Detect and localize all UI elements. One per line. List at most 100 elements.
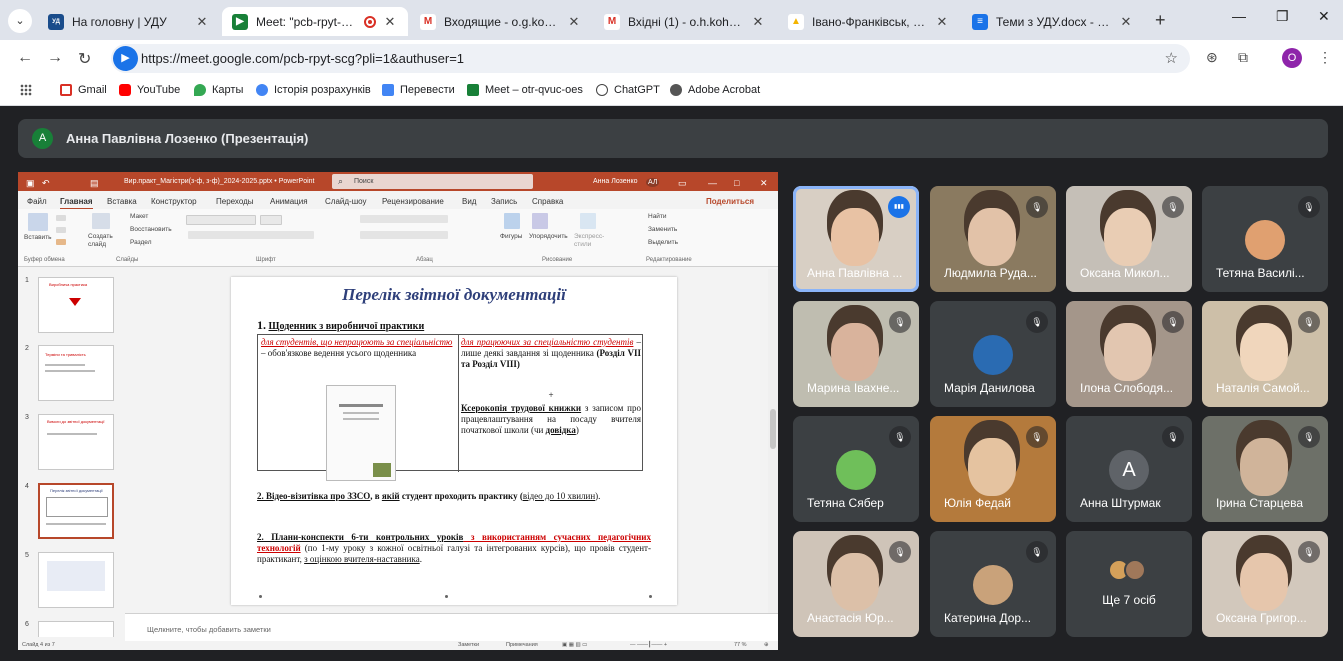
participant-tile[interactable]: 🎙 Марина Івахне... <box>793 301 919 407</box>
participant-name: Ілона Слободя... <box>1080 381 1174 395</box>
item2-bold: 2. Відео-візитівка про ЗЗСО <box>257 491 371 501</box>
bookmark-gmail[interactable]: Gmail <box>60 84 107 96</box>
mic-off-icon: 🎙 <box>1298 541 1320 563</box>
bookmark-maps[interactable]: Карты <box>194 84 243 96</box>
ppt-scroll-thumb <box>770 409 776 449</box>
mic-off-icon: 🎙 <box>1298 426 1320 448</box>
slide-title: Перелік звітної документації <box>342 285 566 304</box>
participant-tile[interactable]: 🎙 Анастасія Юр... <box>793 531 919 637</box>
minimize-button[interactable]: — <box>1232 8 1246 24</box>
arrange-label: Упорядочить <box>529 233 568 240</box>
mic-off-icon: 🎙 <box>1026 541 1048 563</box>
recording-indicator-icon <box>364 15 376 28</box>
ppt-menu-review: Рецензирование <box>382 197 444 206</box>
participant-name: Юлія Федай <box>944 496 1011 510</box>
participant-name: Анна Павлівна ... <box>807 266 903 280</box>
participant-tile[interactable]: 🎙 Тетяна Сябер <box>793 416 919 522</box>
tab-meet[interactable]: ▶ Meet: "pcb-rpyt-scg" ✕ <box>222 7 408 36</box>
bookmark-history[interactable]: Історія розрахунків <box>256 84 371 96</box>
bookmark-star-icon[interactable]: ☆ <box>1165 49 1178 67</box>
bookmark-youtube[interactable]: YouTube <box>119 84 180 96</box>
ppt-maximize-icon: □ <box>734 178 740 188</box>
browser-toolbar: ← → ↻ ▶ https://meet.google.com/pcb-rpyt… <box>0 40 1343 77</box>
thumb-title: Вимоги до звітної документації <box>47 419 105 424</box>
close-icon[interactable]: ✕ <box>1118 14 1134 30</box>
participant-video <box>831 553 879 611</box>
ppt-menu-help: Справка <box>532 197 564 206</box>
participant-name: Оксана Микол... <box>1080 266 1170 280</box>
close-icon[interactable]: ✕ <box>566 14 582 30</box>
participant-tile[interactable]: 🎙 Оксана Григор... <box>1202 531 1328 637</box>
close-icon[interactable]: ✕ <box>194 14 210 30</box>
participant-tile[interactable]: 🎙 Оксана Микол... <box>1066 186 1192 292</box>
item1-heading: 1. Щоденник з виробничої практики <box>257 318 424 333</box>
tab-udu[interactable]: УД На головну | УДУ ✕ <box>38 7 220 36</box>
participant-tile[interactable]: 🎙 Юлія Федай <box>930 416 1056 522</box>
thumb-title: Терміни та тривалість <box>45 352 86 357</box>
participant-video <box>1240 553 1288 611</box>
maximize-button[interactable]: ❐ <box>1276 8 1289 25</box>
menu-dots-icon[interactable]: ⋮ <box>1318 49 1332 66</box>
extensions-puzzle-icon[interactable]: ⧉ <box>1238 49 1248 66</box>
right-red-text: для працюючих за спеціальністю студентів <box>461 337 634 347</box>
profile-avatar[interactable]: O <box>1282 48 1302 68</box>
participant-tile[interactable]: 🎙 Наталія Самой... <box>1202 301 1328 407</box>
participant-video <box>1240 323 1288 381</box>
tab-docs[interactable]: ≡ Теми з УДУ.docx - Google ✕ <box>962 7 1144 36</box>
participant-tile[interactable]: 🎙 Марія Данилова <box>930 301 1056 407</box>
globe-icon <box>670 84 682 96</box>
thumb-number: 4 <box>25 483 29 490</box>
participant-tile[interactable]: A 🎙 Анна Штурмак <box>1066 416 1192 522</box>
bookmark-label: Gmail <box>78 84 107 96</box>
editing-group-label: Редактирование <box>646 257 692 263</box>
ppt-search-box: ⌕ Поиск <box>332 174 533 189</box>
participant-tile[interactable]: 🎙 Катерина Дор... <box>930 531 1056 637</box>
participant-tile[interactable]: 🎙 Ірина Старцева <box>1202 416 1328 522</box>
bookmark-translate[interactable]: Перевести <box>382 84 455 96</box>
new-tab-button[interactable]: + <box>1155 10 1166 31</box>
bookmark-label: Adobe Acrobat <box>688 84 761 96</box>
participant-tile[interactable]: Ще 7 осіб <box>1066 531 1192 637</box>
close-icon[interactable]: ✕ <box>382 14 398 30</box>
forward-arrow-icon[interactable]: → <box>47 49 63 67</box>
bookmark-chatgpt[interactable]: ChatGPT <box>596 84 660 96</box>
participant-tile[interactable]: ▮▮▮ Анна Павлівна ... <box>793 186 919 292</box>
workbook-copy-text: Ксерокопія трудової книжки з записом про… <box>461 403 641 436</box>
extension-icon[interactable]: ⊛ <box>1206 49 1218 66</box>
participant-tile[interactable]: 🎙 Тетяна Василі... <box>1202 186 1328 292</box>
address-bar[interactable]: ▶ https://meet.google.com/pcb-rpyt-scg?p… <box>111 44 1190 73</box>
close-icon[interactable]: ✕ <box>934 14 950 30</box>
back-arrow-icon[interactable]: ← <box>17 49 33 67</box>
participant-name: Марія Данилова <box>944 381 1035 395</box>
tab-search-button[interactable]: ⌄ <box>8 9 32 33</box>
participant-name: Катерина Дор... <box>944 611 1032 625</box>
item3-end: . <box>419 554 422 564</box>
site-info-icon[interactable]: ▶ <box>113 46 138 71</box>
tab-title: Вхідні (1) - o.h.kohanko@ <box>628 14 744 29</box>
thumb-number: 2 <box>25 345 29 352</box>
reload-icon[interactable]: ↻ <box>78 49 91 69</box>
presenter-label: Анна Павлівна Лозенко (Презентація) <box>66 131 309 146</box>
google-docs-icon: ≡ <box>972 13 988 30</box>
ppt-menu-record: Запись <box>491 197 518 206</box>
tab-gmail-1[interactable]: M Входящие - o.g.kohanko@ ✕ <box>410 7 592 36</box>
participant-name: Тетяна Сябер <box>807 496 884 510</box>
close-icon[interactable]: ✕ <box>750 14 766 30</box>
reset-label: Восстановить <box>130 226 172 233</box>
ppt-minimize-icon: — <box>708 178 717 188</box>
participant-name: Ще 7 осіб <box>1102 593 1156 607</box>
close-window-button[interactable]: ✕ <box>1318 8 1330 25</box>
mic-off-icon: 🎙 <box>1298 196 1320 218</box>
apps-grid-icon[interactable] <box>20 84 32 96</box>
tab-title: На головну | УДУ <box>72 14 167 29</box>
quick-styles-icon <box>580 213 596 229</box>
bookmark-acrobat[interactable]: Adobe Acrobat <box>670 84 760 96</box>
tab-gmail-2[interactable]: M Вхідні (1) - o.h.kohanko@ ✕ <box>594 7 776 36</box>
participant-tile[interactable]: 🎙 Ілона Слободя... <box>1066 301 1192 407</box>
tab-drive[interactable]: ▲ Івано-Франківськ, 7 листо ✕ <box>778 7 960 36</box>
shared-screen: ▣ ↶ ▤ Вир.практ_Магістри(з-ф, з-ф)_2024-… <box>18 172 778 650</box>
participant-tile[interactable]: 🎙 Людмила Руда... <box>930 186 1056 292</box>
bookmark-meet[interactable]: Meet – otr-qvuc-oes <box>467 84 583 96</box>
item2-mid2: студент проходить практику ( <box>399 491 523 501</box>
ppt-menu-insert: Вставка <box>107 197 137 206</box>
